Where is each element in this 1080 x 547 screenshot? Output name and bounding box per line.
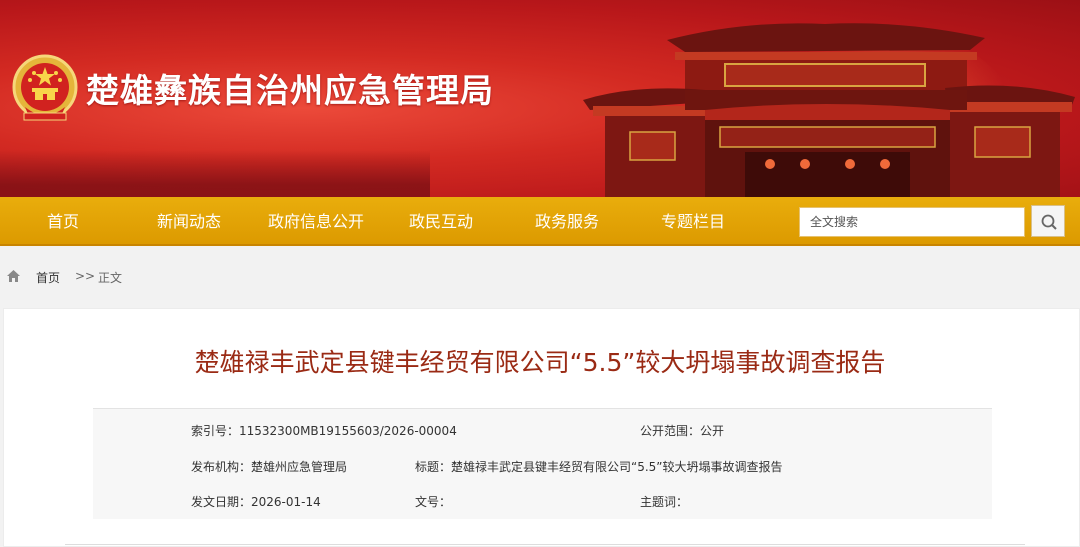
nav-interaction[interactable]: 政民互动 [409,197,473,246]
nav-gov-info[interactable]: 政府信息公开 [268,197,364,246]
breadcrumb-separator: >> [75,269,96,283]
home-icon[interactable] [6,269,21,283]
banner-silhouette [0,150,430,197]
meta-doc-no: 文号： [415,495,452,509]
search-icon [1041,214,1057,230]
meta-publisher: 发布机构：楚雄州应急管理局 [191,460,348,474]
breadcrumb: 首页 >> 正文 [0,248,1080,308]
meta-index-no: 索引号：11532300MB19155603/2026-00004 [191,424,457,438]
main-nav: 首页 新闻动态 政府信息公开 政民互动 政务服务 专题栏目 [0,197,1080,246]
article-title: 楚雄禄丰武定县键丰经贸有限公司“5.5”较大坍塌事故调查报告 [194,348,886,377]
site-title: 楚雄彝族自治州应急管理局 [86,71,494,110]
archway-gate-image [583,23,1075,197]
nav-topics[interactable]: 专题栏目 [661,197,725,246]
nav-services[interactable]: 政务服务 [535,197,599,246]
search-box [799,207,1025,237]
divider [65,544,1025,545]
nav-news[interactable]: 新闻动态 [157,197,221,246]
meta-table: 索引号：11532300MB19155603/2026-00004 公开范围：公… [93,408,992,519]
meta-subject: 标题：楚雄禄丰武定县键丰经贸有限公司“5.5”较大坍塌事故调查报告 [415,460,783,474]
breadcrumb-home-link[interactable]: 首页 [36,269,60,286]
nav-home[interactable]: 首页 [47,197,79,246]
national-emblem-icon [12,54,78,121]
meta-scope: 公开范围：公开 [640,424,725,438]
meta-date: 发文日期：2026-01-14 [191,495,321,509]
header-banner: 楚雄彝族自治州应急管理局 [0,0,1080,197]
breadcrumb-current: 正文 [98,271,123,285]
meta-keywords: 主题词： [640,495,689,509]
search-input[interactable] [800,208,1024,236]
search-button[interactable] [1031,205,1065,237]
